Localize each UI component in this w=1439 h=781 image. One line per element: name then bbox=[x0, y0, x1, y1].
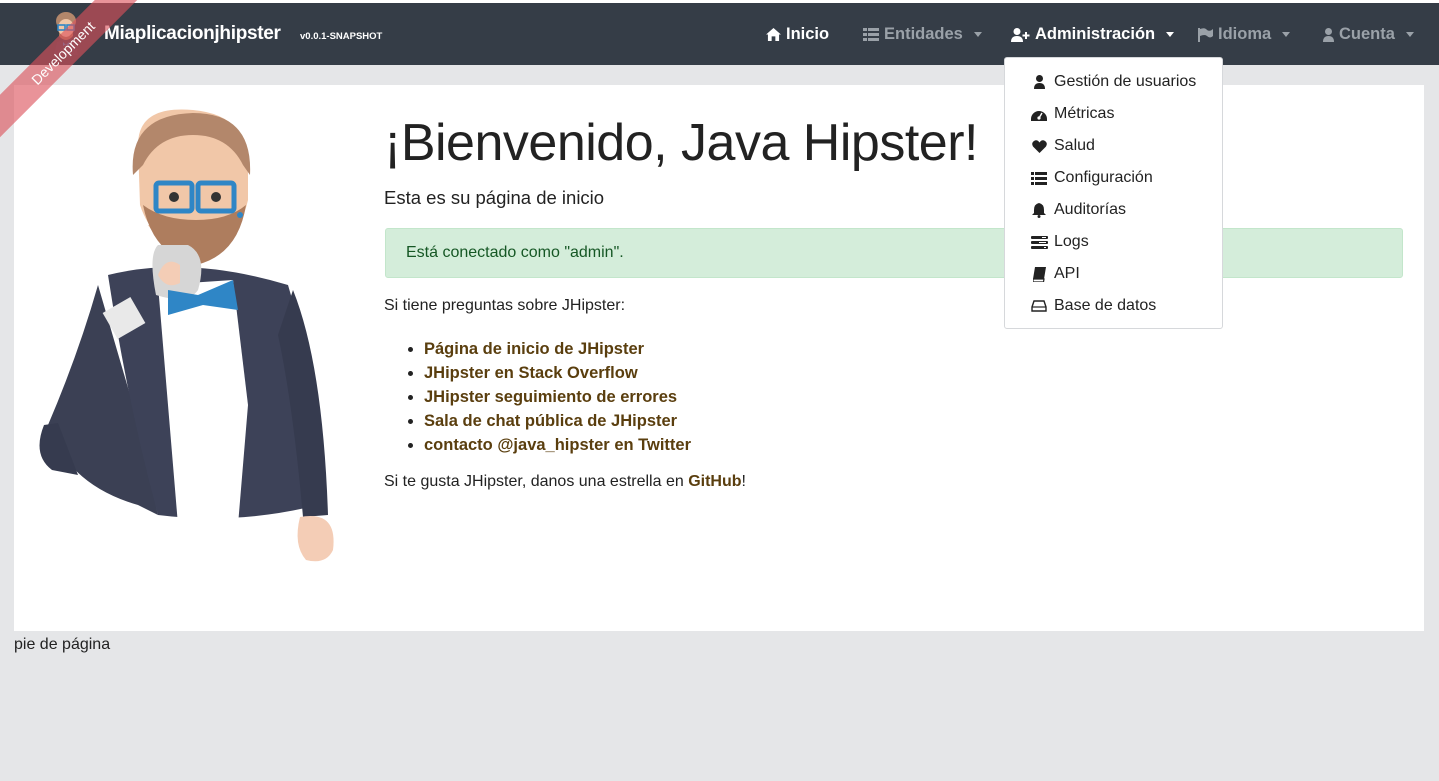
link-bug-tracker[interactable]: JHipster seguimiento de errores bbox=[424, 385, 691, 409]
nav-entities-label: Entidades bbox=[884, 25, 963, 43]
menu-item-label: Base de datos bbox=[1054, 297, 1157, 314]
user-icon bbox=[1030, 73, 1048, 91]
hdd-icon bbox=[1030, 297, 1048, 315]
chevron-down-icon bbox=[973, 32, 982, 37]
welcome-title: ¡Bienvenido, Java Hipster! bbox=[384, 114, 978, 172]
footer: pie de página bbox=[14, 636, 111, 653]
th-list-icon bbox=[863, 28, 879, 41]
questions-text: Si tiene preguntas sobre JHipster: bbox=[384, 297, 626, 314]
logged-in-alert: Está conectado como "admin". bbox=[385, 228, 1403, 278]
chevron-down-icon bbox=[1405, 32, 1414, 37]
github-link[interactable]: GitHub bbox=[688, 473, 741, 490]
link-stackoverflow[interactable]: JHipster en Stack Overflow bbox=[424, 361, 691, 385]
bell-icon bbox=[1030, 201, 1048, 219]
link-homepage[interactable]: Página de inicio de JHipster bbox=[424, 337, 691, 361]
welcome-subtitle: Esta es su página de inicio bbox=[384, 187, 605, 208]
nav-account[interactable]: Cuenta bbox=[1323, 25, 1414, 44]
nav-language[interactable]: Idioma bbox=[1198, 25, 1291, 44]
menu-item-label: Auditorías bbox=[1054, 201, 1127, 218]
menu-item-user-management[interactable]: Gestión de usuarios bbox=[1005, 66, 1222, 98]
github-star-suffix: ! bbox=[741, 473, 746, 490]
menu-item-metrics[interactable]: Métricas bbox=[1005, 98, 1222, 130]
admin-dropdown-menu: Gestión de usuarios Métricas Salud Confi… bbox=[1004, 57, 1223, 329]
book-icon bbox=[1030, 265, 1048, 283]
chevron-down-icon bbox=[1282, 32, 1291, 37]
menu-item-label: API bbox=[1054, 265, 1080, 282]
flag-icon bbox=[1198, 27, 1213, 42]
tasks-icon bbox=[1030, 233, 1048, 251]
nav-account-label: Cuenta bbox=[1339, 25, 1395, 43]
link-twitter[interactable]: contacto @java_hipster en Twitter bbox=[424, 433, 691, 457]
home-icon bbox=[766, 28, 781, 41]
nav-home-label: Inicio bbox=[786, 25, 830, 43]
menu-item-database[interactable]: Base de datos bbox=[1005, 290, 1222, 322]
nav-administration-label: Administración bbox=[1035, 25, 1156, 43]
brand-title[interactable]: Miaplicacionjhipster bbox=[104, 23, 281, 45]
navbar: Miaplicacionjhipster v0.0.1-SNAPSHOT Ini… bbox=[0, 3, 1439, 65]
menu-item-label: Métricas bbox=[1054, 105, 1115, 122]
tachometer-icon bbox=[1030, 105, 1048, 123]
nav-administration[interactable]: Administración bbox=[1011, 25, 1175, 44]
menu-item-configuration[interactable]: Configuración bbox=[1005, 162, 1222, 194]
menu-item-label: Configuración bbox=[1054, 169, 1153, 186]
chevron-down-icon bbox=[1166, 32, 1175, 37]
menu-item-audits[interactable]: Auditorías bbox=[1005, 194, 1222, 226]
github-star-prefix: Si te gusta JHipster, danos una estrella… bbox=[384, 473, 689, 490]
menu-item-label: Logs bbox=[1054, 233, 1089, 250]
brand-version: v0.0.1-SNAPSHOT bbox=[300, 31, 383, 42]
menu-item-label: Salud bbox=[1054, 137, 1095, 154]
nav-entities[interactable]: Entidades bbox=[863, 25, 982, 44]
hipster-illustration bbox=[39, 109, 334, 562]
github-star-text: Si te gusta JHipster, danos una estrella… bbox=[384, 473, 746, 491]
link-chat-room[interactable]: Sala de chat pública de JHipster bbox=[424, 409, 691, 433]
nav-home[interactable]: Inicio bbox=[766, 25, 829, 44]
menu-item-label: Gestión de usuarios bbox=[1054, 73, 1197, 90]
user-icon bbox=[1323, 27, 1334, 42]
links-list: Página de inicio de JHipster JHipster en… bbox=[424, 337, 691, 457]
heart-icon bbox=[1030, 137, 1048, 155]
menu-item-api[interactable]: API bbox=[1005, 258, 1222, 290]
list-icon bbox=[1030, 169, 1048, 187]
menu-item-health[interactable]: Salud bbox=[1005, 130, 1222, 162]
user-plus-icon bbox=[1011, 27, 1030, 42]
menu-item-logs[interactable]: Logs bbox=[1005, 226, 1222, 258]
nav-language-label: Idioma bbox=[1218, 25, 1272, 43]
